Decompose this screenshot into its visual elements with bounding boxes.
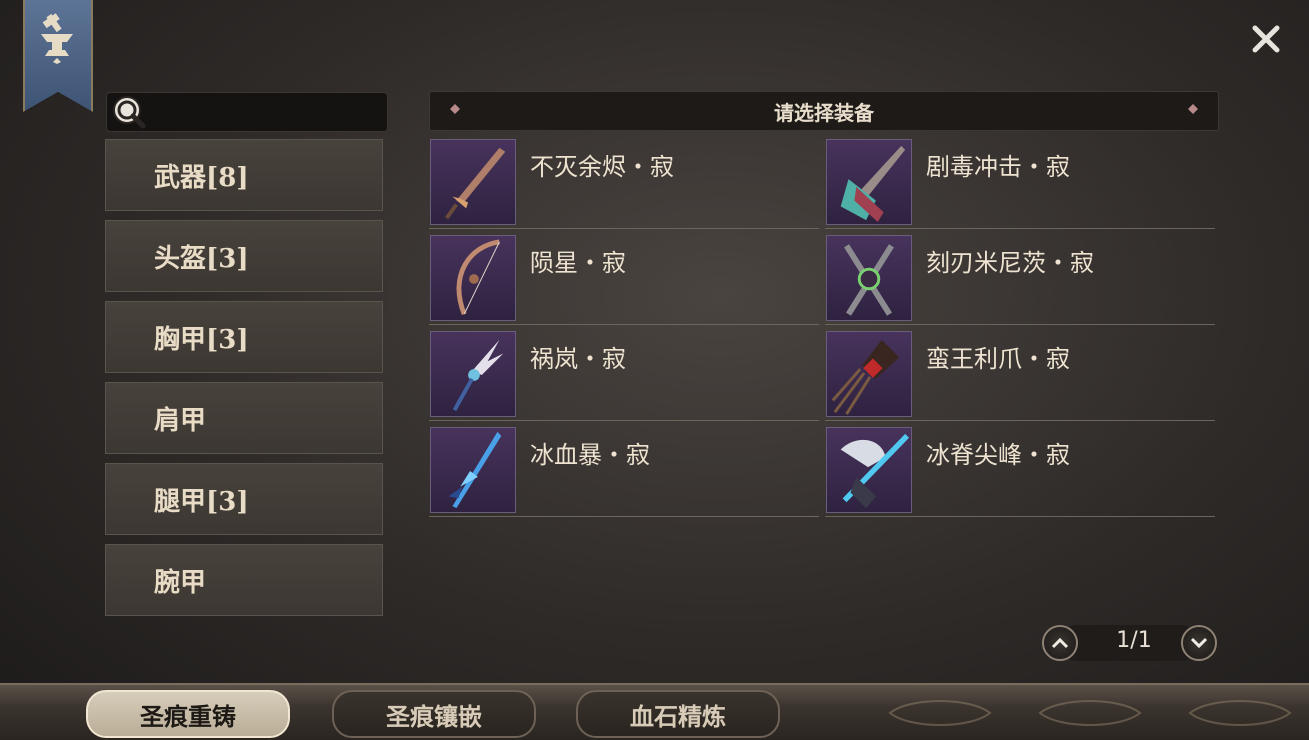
greatsword-icon [840,145,906,223]
list-item[interactable]: 冰血暴・寂 [429,427,819,517]
list-item[interactable]: 剧毒冲击・寂 [825,139,1215,229]
search-icon[interactable] [109,92,149,132]
search-input[interactable] [153,99,381,125]
category-chest[interactable]: 胸甲[3] [105,301,383,373]
ice-spear-icon [448,431,502,509]
list-header-title: 请选择装备 [774,100,874,125]
item-name: 刻刃米尼茨・寂 [926,249,1094,277]
category-label: 武器[8] [154,162,249,193]
diamond-ornament-icon [1188,104,1198,114]
list-item[interactable]: 陨星・寂 [429,235,819,325]
item-name: 祸岚・寂 [530,345,626,373]
page-down-button[interactable] [1181,625,1217,661]
list-item[interactable]: 不灭余烬・寂 [429,139,819,229]
chevron-up-icon [1051,637,1069,649]
category-label: 胸甲[3] [154,324,249,355]
page-indicator: 1/1 [1116,628,1152,653]
item-thumbnail [826,427,912,513]
item-name: 剧毒冲击・寂 [926,153,1070,181]
category-legs[interactable]: 腿甲[3] [105,463,383,535]
category-helmet[interactable]: 头盔[3] [105,220,383,292]
winged-staff-icon [452,339,504,412]
list-item[interactable]: 冰脊尖峰・寂 [825,427,1215,517]
item-name: 蛮王利爪・寂 [926,345,1070,373]
page-up-button[interactable] [1042,625,1078,661]
list-item[interactable]: 祸岚・寂 [429,331,819,421]
forge-banner [23,0,93,112]
category-label: 腕甲 [154,567,207,598]
decorative-ornament-icon [1038,700,1142,726]
category-shoulder[interactable]: 肩甲 [105,382,383,454]
item-thumbnail [826,235,912,321]
anvil-hammer-icon [41,13,73,64]
item-thumbnail [826,139,912,225]
list-item[interactable]: 刻刃米尼茨・寂 [825,235,1215,325]
sword-icon [445,147,506,220]
chevron-down-icon [1190,637,1208,649]
tab-label: 血石精炼 [630,701,726,731]
item-thumbnail [430,331,516,417]
item-name: 冰血暴・寂 [530,441,650,469]
category-label: 肩甲 [154,405,207,436]
claw-icon [831,339,900,415]
bow-icon [456,239,500,316]
decorative-ornament-icon [888,700,992,726]
twin-blades-icon [844,244,894,316]
diamond-ornament-icon [450,104,460,114]
list-header: 请选择装备 [429,91,1219,131]
item-thumbnail [430,427,516,513]
close-icon [1252,25,1280,53]
close-button[interactable] [1247,20,1285,58]
item-name: 冰脊尖峰・寂 [926,441,1070,469]
item-name: 不灭余烬・寂 [530,153,674,181]
ice-lance-icon [840,433,910,509]
category-label: 腿甲[3] [154,486,249,517]
tab-label: 圣痕镶嵌 [386,701,482,731]
item-thumbnail [430,139,516,225]
decorative-ornament-icon [1188,700,1292,726]
tab-label: 圣痕重铸 [140,701,236,731]
category-weapon[interactable]: 武器[8] [105,139,383,211]
search-box [106,92,388,132]
tab-stigmata-reforge[interactable]: 圣痕重铸 [86,690,290,738]
tab-bloodstone-refine[interactable]: 血石精炼 [576,690,780,738]
category-label: 头盔[3] [154,243,249,274]
list-item[interactable]: 蛮王利爪・寂 [825,331,1215,421]
item-thumbnail [430,235,516,321]
category-bracers[interactable]: 腕甲 [105,544,383,616]
tab-stigmata-inlay[interactable]: 圣痕镶嵌 [332,690,536,738]
item-name: 陨星・寂 [530,249,626,277]
item-thumbnail [826,331,912,417]
